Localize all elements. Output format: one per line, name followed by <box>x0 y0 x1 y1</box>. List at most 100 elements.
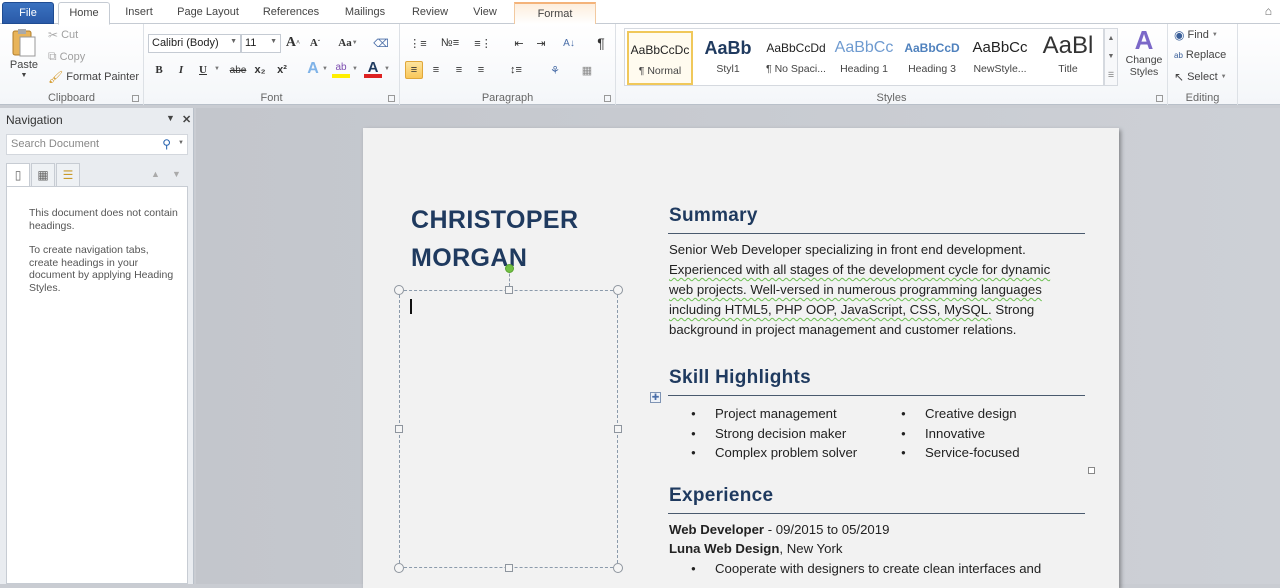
scroll-up-icon[interactable]: ▲ <box>1108 35 1115 42</box>
style-preview: AaBbCcDc <box>630 43 690 57</box>
tab-browse-headings[interactable]: ▯ <box>6 163 30 187</box>
more-styles-icon[interactable]: ☰ <box>1108 71 1114 79</box>
underline-button[interactable]: U <box>194 61 212 79</box>
subscript-button[interactable]: x₂ <box>251 61 269 79</box>
tab-insert[interactable]: Insert <box>117 2 161 24</box>
clear-formatting-button[interactable]: ⌫ <box>372 34 390 52</box>
grow-font-button[interactable]: A ^ <box>284 34 302 52</box>
cut-button[interactable]: ✂ Cut <box>48 28 78 42</box>
style-heading-1[interactable]: AaBbCc Heading 1 <box>831 31 897 85</box>
tab-mailings[interactable]: Mailings <box>334 2 396 24</box>
find-dropdown-icon[interactable]: ▼ <box>1212 32 1218 38</box>
shading-button[interactable]: ⚘ <box>542 61 568 79</box>
resize-handle-right[interactable] <box>614 425 622 433</box>
minimize-ribbon-icon[interactable]: ⌂ <box>1265 4 1272 18</box>
resize-handle-left[interactable] <box>395 425 403 433</box>
style-styl1[interactable]: AaBb Styl1 <box>695 31 761 85</box>
tab-browse-pages[interactable]: ▦ <box>31 163 55 187</box>
justify-button[interactable]: ≡ <box>472 61 490 79</box>
resize-handle-top-left[interactable] <box>394 285 404 295</box>
search-document-input[interactable]: Search Document ⚲ ▼ <box>6 134 188 155</box>
style-no-spacing[interactable]: AaBbCcDd ¶ No Spaci... <box>763 31 829 85</box>
italic-button[interactable]: I <box>172 61 190 79</box>
replace-label: Replace <box>1185 49 1227 61</box>
text-box[interactable] <box>394 264 623 573</box>
bold-button[interactable]: B <box>150 61 168 79</box>
style-title[interactable]: AaBl Title <box>1035 31 1101 85</box>
rotation-handle[interactable] <box>505 264 514 273</box>
experience-entry[interactable]: Web Developer - 09/2015 to 05/2019 Luna … <box>669 521 1084 558</box>
sort-button[interactable]: A↓ <box>560 34 578 52</box>
document-page[interactable]: CHRISTOPER MORGAN Summary Senior Web Dev… <box>363 128 1119 588</box>
style-heading-3[interactable]: AaBbCcD Heading 3 <box>899 31 965 85</box>
styles-dialog-launcher[interactable] <box>1156 95 1163 102</box>
paste-button[interactable]: Paste ▼ <box>8 28 40 79</box>
tab-page-layout[interactable]: Page Layout <box>170 2 246 24</box>
tab-browse-results[interactable]: ☰ <box>56 163 80 187</box>
name-first[interactable]: CHRISTOPER <box>411 206 578 235</box>
align-left-button[interactable]: ≡ <box>405 61 423 79</box>
summary-paragraph[interactable]: Senior Web Developer specializing in fro… <box>669 240 1084 340</box>
tab-format[interactable]: Format <box>514 2 596 24</box>
replace-button[interactable]: ab Replace <box>1174 49 1226 61</box>
format-painter-button[interactable]: 🖌 Format Painter <box>48 70 139 84</box>
align-right-button[interactable]: ≡ <box>450 61 468 79</box>
highlight-button[interactable]: ab <box>332 60 350 78</box>
tab-references[interactable]: References <box>255 2 327 24</box>
resize-handle-bottom-right[interactable] <box>613 563 623 573</box>
font-size-select[interactable]: 11 ▼ <box>241 34 281 53</box>
change-styles-button[interactable]: A Change Styles <box>1122 26 1166 78</box>
resize-handle-bottom-left[interactable] <box>394 563 404 573</box>
font-family-select[interactable]: Calibri (Body) ▼ <box>148 34 241 53</box>
select-dropdown-icon[interactable]: ▼ <box>1221 74 1227 80</box>
resize-handle-top[interactable] <box>505 286 513 294</box>
pane-options-icon[interactable]: ▼ <box>166 113 175 123</box>
increase-indent-button[interactable]: ⇥ <box>532 34 550 52</box>
tab-file[interactable]: File <box>2 2 54 24</box>
font-color-button[interactable]: A <box>364 59 382 78</box>
change-case-button[interactable]: Aa ▼ <box>334 34 362 52</box>
bullets-button[interactable]: ⋮≡ <box>406 34 430 52</box>
scroll-down-icon[interactable]: ▼ <box>1108 53 1115 60</box>
table-resize-handle[interactable] <box>1088 467 1095 474</box>
search-icon[interactable]: ⚲ <box>162 137 171 151</box>
tab-home[interactable]: Home <box>58 2 110 25</box>
paste-dropdown-icon[interactable]: ▼ <box>21 72 28 79</box>
previous-icon[interactable]: ▲ <box>151 169 160 179</box>
tab-review[interactable]: Review <box>404 2 456 24</box>
style-newstyle[interactable]: AaBbCc NewStyle... <box>967 31 1033 85</box>
style-normal[interactable]: AaBbCcDc ¶ Normal <box>627 31 693 85</box>
resize-handle-top-right[interactable] <box>613 285 623 295</box>
multilevel-list-button[interactable]: ≡⋮ <box>470 34 496 52</box>
decrease-indent-icon: ⇤ <box>514 37 524 50</box>
underline-dropdown-icon[interactable]: ▼ <box>214 66 220 72</box>
resize-handle-bottom[interactable] <box>505 564 513 572</box>
numbering-button[interactable]: №≡ <box>438 34 462 52</box>
show-hide-button[interactable]: ¶ <box>592 34 610 52</box>
clipboard-dialog-launcher[interactable] <box>132 95 139 102</box>
font-dialog-launcher[interactable] <box>388 95 395 102</box>
next-icon[interactable]: ▼ <box>172 169 181 179</box>
font-color-dropdown-icon[interactable]: ▼ <box>384 66 390 72</box>
paragraph-dialog-launcher[interactable] <box>604 95 611 102</box>
search-options-icon[interactable]: ▼ <box>178 140 184 146</box>
select-button[interactable]: ↖ Select ▼ <box>1174 70 1227 84</box>
document-workspace: CHRISTOPER MORGAN Summary Senior Web Dev… <box>196 108 1280 588</box>
paste-icon <box>12 29 36 57</box>
copy-button[interactable]: ⧉ Copy <box>48 49 85 64</box>
shrink-font-button[interactable]: Aˇ <box>306 34 324 52</box>
decrease-indent-button[interactable]: ⇤ <box>510 34 528 52</box>
tab-view[interactable]: View <box>463 2 507 24</box>
find-button[interactable]: ◉ Find ▼ <box>1174 28 1218 42</box>
align-center-button[interactable]: ≡ <box>427 61 445 79</box>
highlight-dropdown-icon[interactable]: ▼ <box>352 66 358 72</box>
table-move-handle[interactable]: ✚ <box>650 392 661 403</box>
close-icon[interactable]: ✕ <box>182 113 191 126</box>
line-spacing-button[interactable]: ↕≡ <box>504 61 528 79</box>
styles-gallery-scroll[interactable]: ▲ ▼ ☰ <box>1104 28 1118 86</box>
strikethrough-button[interactable]: abe <box>228 61 248 79</box>
text-effects-button[interactable]: A <box>304 60 322 78</box>
superscript-button[interactable]: x² <box>273 61 291 79</box>
text-effects-dropdown-icon[interactable]: ▼ <box>322 66 328 72</box>
borders-button[interactable]: ▦ <box>574 61 600 79</box>
